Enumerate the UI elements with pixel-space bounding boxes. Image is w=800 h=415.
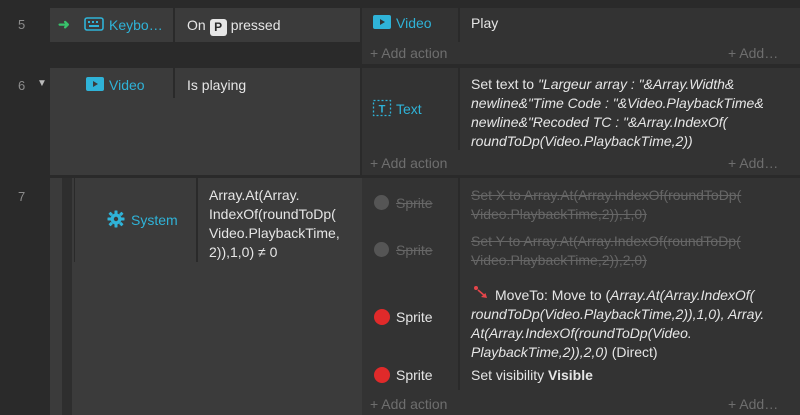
- add-other-button[interactable]: + Add…: [728, 155, 778, 171]
- key-badge: P: [209, 19, 227, 36]
- video-icon: [372, 14, 392, 30]
- add-action-button[interactable]: + Add action: [370, 396, 447, 412]
- video-icon: [85, 76, 105, 92]
- add-other-button[interactable]: + Add…: [728, 396, 778, 412]
- condition-object-name: Video: [109, 77, 145, 93]
- add-other-button[interactable]: + Add…: [728, 45, 778, 61]
- action-object-name[interactable]: Sprite: [396, 309, 433, 325]
- event-number: 7: [18, 189, 26, 204]
- action-text[interactable]: Set X to Array.At(Array.IndexOf(roundToD…: [471, 186, 741, 224]
- trigger-arrow-icon: ➜: [58, 16, 70, 32]
- event-number: 5: [18, 17, 26, 32]
- condition-text: Is playing: [187, 77, 247, 93]
- add-action-button[interactable]: + Add action: [370, 45, 447, 61]
- keyboard-icon: [84, 16, 104, 32]
- action-object-name[interactable]: Sprite: [396, 367, 433, 383]
- event-number: 6: [18, 78, 26, 93]
- sprite-icon: [374, 195, 389, 210]
- collapse-arrow-icon[interactable]: ▼: [37, 78, 47, 89]
- svg-text:T: T: [379, 104, 386, 116]
- action-object-name[interactable]: Sprite: [396, 195, 433, 211]
- gear-icon: [107, 210, 125, 228]
- action-object-name[interactable]: Text: [396, 101, 422, 117]
- sprite-icon: [374, 242, 389, 257]
- action-text[interactable]: Set Y to Array.At(Array.IndexOf(roundToD…: [471, 232, 741, 270]
- condition-object-name: Keybo…: [109, 17, 163, 33]
- action-text[interactable]: MoveTo: Move to (Array.At(Array.IndexOf(…: [471, 286, 796, 362]
- action-object-name[interactable]: Video: [396, 15, 432, 31]
- event-7-indent-gutter: [62, 178, 72, 415]
- action-object-name[interactable]: Sprite: [396, 242, 433, 258]
- action-text[interactable]: Set visibility Visible: [471, 367, 593, 383]
- text-object-icon: T: [372, 99, 392, 117]
- sprite-icon: [374, 367, 390, 383]
- action-text[interactable]: Play: [471, 15, 498, 31]
- condition-text: On Ppressed: [187, 17, 281, 36]
- condition-text: Array.At(Array. IndexOf(roundToDp( Video…: [209, 187, 340, 260]
- sprite-icon: [374, 309, 390, 325]
- action-text[interactable]: Set text to "Largeur array : "&Array.Wid…: [471, 75, 796, 151]
- condition-object-name: System: [131, 212, 178, 228]
- add-action-button[interactable]: + Add action: [370, 155, 447, 171]
